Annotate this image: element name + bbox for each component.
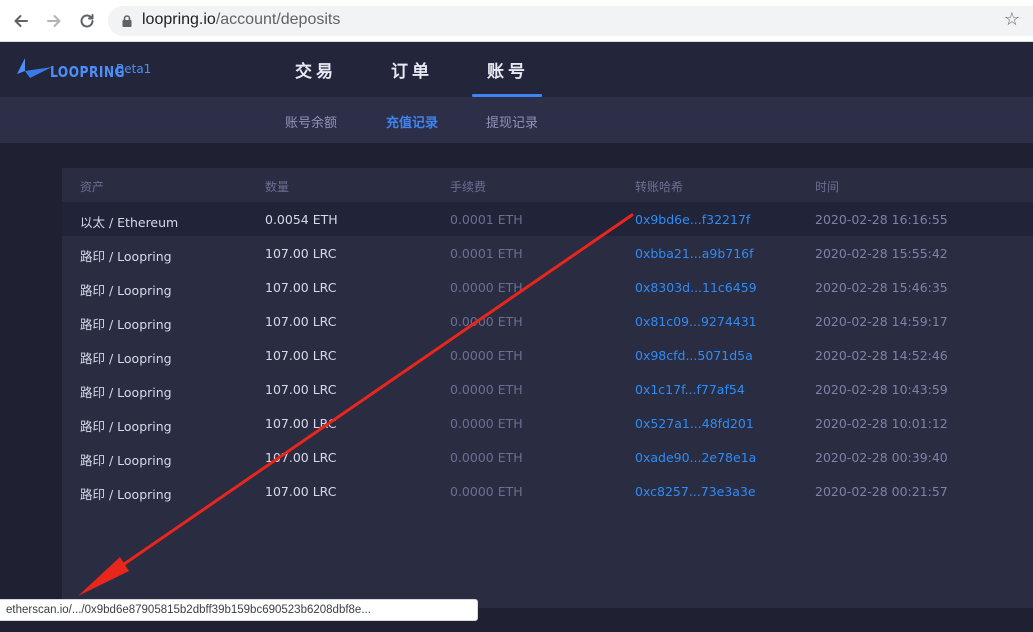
url-host: loopring.io xyxy=(142,11,216,28)
asset-cell: 以太 / Ethereum xyxy=(80,215,179,230)
time-cell: 2020-02-28 10:01:12 xyxy=(815,416,948,431)
tx-hash-link[interactable]: 0xbba21...a9b716f xyxy=(635,246,754,261)
fee-cell: 0.0000 ETH xyxy=(450,348,523,363)
deposits-table: 资产 数量 手续费 转账哈希 时间 以太 / Ethereum 0.0054 ET… xyxy=(62,168,1033,608)
beta-badge: Beta1 xyxy=(116,62,152,76)
main-content: 资产 数量 手续费 转账哈希 时间 以太 / Ethereum 0.0054 ET… xyxy=(0,143,1033,632)
amount-cell: 107.00 LRC xyxy=(265,348,337,363)
amount-cell: 107.00 LRC xyxy=(265,484,337,499)
tx-hash-link[interactable]: 0x8303d...11c6459 xyxy=(635,280,757,295)
loopring-logo-icon xyxy=(17,58,52,78)
asset-cell: 路印 / Loopring xyxy=(80,317,172,332)
subnav-balances[interactable]: 账号余额 xyxy=(285,112,337,131)
table-row: 路印 / Loopring 107.00 LRC 0.0000 ETH 0x1c17f… xyxy=(62,372,1033,406)
asset-cell: 路印 / Loopring xyxy=(80,385,172,400)
col-asset: 资产 xyxy=(80,180,105,194)
tab-orders[interactable]: 订单 xyxy=(364,42,460,97)
main-nav: 交易 订单 账号 xyxy=(268,42,556,97)
time-cell: 2020-02-28 14:59:17 xyxy=(815,314,948,329)
subnav-withdrawals[interactable]: 提现记录 xyxy=(486,112,538,131)
amount-cell: 107.00 LRC xyxy=(265,450,337,465)
fee-cell: 0.0000 ETH xyxy=(450,484,523,499)
fee-cell: 0.0000 ETH xyxy=(450,416,523,431)
back-arrow-icon xyxy=(14,15,28,27)
url-path: /account/deposits xyxy=(215,11,341,28)
bookmark-star-icon[interactable]: ☆ xyxy=(1004,10,1020,30)
col-fee: 手续费 xyxy=(450,180,487,194)
time-cell: 2020-02-28 10:43:59 xyxy=(815,382,948,397)
asset-cell: 路印 / Loopring xyxy=(80,487,172,502)
table-row: 路印 / Loopring 107.00 LRC 0.0000 ETH 0xc8257… xyxy=(62,474,1033,508)
col-time: 时间 xyxy=(815,180,840,194)
tab-account[interactable]: 账号 xyxy=(460,42,556,97)
time-cell: 2020-02-28 16:16:55 xyxy=(815,212,948,227)
forward-arrow-icon xyxy=(47,15,61,27)
table-row: 路印 / Loopring 107.00 LRC 0.0000 ETH 0x8303d… xyxy=(62,270,1033,304)
amount-cell: 107.00 LRC xyxy=(265,416,337,431)
amount-cell: 107.00 LRC xyxy=(265,314,337,329)
table-row: 以太 / Ethereum 0.0054 ETH 0.0001 ETH 0x9bd6e… xyxy=(62,202,1033,236)
time-cell: 2020-02-28 00:39:40 xyxy=(815,450,948,465)
asset-cell: 路印 / Loopring xyxy=(80,453,172,468)
status-url-text: etherscan.io/.../0x9bd6e87905815b2dbff39… xyxy=(6,604,371,616)
amount-cell: 107.00 LRC xyxy=(265,280,337,295)
table-row: 路印 / Loopring 107.00 LRC 0.0000 ETH 0x81c09… xyxy=(62,304,1033,338)
browser-toolbar: loopring.io/account/deposits ☆ xyxy=(0,0,1033,42)
asset-cell: 路印 / Loopring xyxy=(80,419,172,434)
fee-cell: 0.0000 ETH xyxy=(450,450,523,465)
fee-cell: 0.0000 ETH xyxy=(450,280,523,295)
asset-cell: 路印 / Loopring xyxy=(80,351,172,366)
tx-hash-link[interactable]: 0xade90...2e78e1a xyxy=(635,450,756,465)
app-header: LOOPRING Beta1 交易 订单 账号 xyxy=(0,42,1033,97)
reload-button[interactable] xyxy=(74,8,100,34)
time-cell: 2020-02-28 15:55:42 xyxy=(815,246,948,261)
amount-cell: 107.00 LRC xyxy=(265,246,337,261)
address-bar[interactable]: loopring.io/account/deposits ☆ xyxy=(108,6,1033,36)
table-row: 路印 / Loopring 107.00 LRC 0.0000 ETH 0x527a1… xyxy=(62,406,1033,440)
table-row: 路印 / Loopring 107.00 LRC 0.0000 ETH 0x98cfd… xyxy=(62,338,1033,372)
time-cell: 2020-02-28 00:21:57 xyxy=(815,484,948,499)
col-amount: 数量 xyxy=(265,180,290,194)
tx-hash-link[interactable]: 0x98cfd...5071d5a xyxy=(635,348,753,363)
table-header: 资产 数量 手续费 转账哈希 时间 xyxy=(62,168,1033,202)
logo-text: LOOPRING xyxy=(50,63,126,81)
col-hash: 转账哈希 xyxy=(635,180,684,194)
reload-icon xyxy=(80,14,94,28)
fee-cell: 0.0001 ETH xyxy=(450,212,523,227)
fee-cell: 0.0000 ETH xyxy=(450,382,523,397)
link-status-bubble: etherscan.io/.../0x9bd6e87905815b2dbff39… xyxy=(0,599,478,621)
table-row: 路印 / Loopring 107.00 LRC 0.0001 ETH 0xbba21… xyxy=(62,236,1033,270)
tx-hash-link[interactable]: 0x1c17f...f77af54 xyxy=(635,382,745,397)
tx-hash-link[interactable]: 0x81c09...9274431 xyxy=(635,314,757,329)
tx-hash-link[interactable]: 0x527a1...48fd201 xyxy=(635,416,754,431)
lock-icon xyxy=(122,15,132,27)
table-row: 路印 / Loopring 107.00 LRC 0.0000 ETH 0xade90… xyxy=(62,440,1033,474)
forward-button[interactable] xyxy=(41,8,67,34)
asset-cell: 路印 / Loopring xyxy=(80,283,172,298)
fee-cell: 0.0001 ETH xyxy=(450,246,523,261)
amount-cell: 107.00 LRC xyxy=(265,382,337,397)
tab-trade[interactable]: 交易 xyxy=(268,42,364,97)
tx-hash-link[interactable]: 0xc8257...73e3a3e xyxy=(635,484,756,499)
fee-cell: 0.0000 ETH xyxy=(450,314,523,329)
sub-nav: 账号余额 充值记录 提现记录 xyxy=(0,97,1033,143)
subnav-deposits[interactable]: 充值记录 xyxy=(386,112,438,131)
back-button[interactable] xyxy=(8,8,34,34)
url-text: loopring.io/account/deposits xyxy=(142,11,340,29)
amount-cell: 0.0054 ETH xyxy=(265,212,338,227)
time-cell: 2020-02-28 15:46:35 xyxy=(815,280,948,295)
time-cell: 2020-02-28 14:52:46 xyxy=(815,348,948,363)
tx-hash-link[interactable]: 0x9bd6e...f32217f xyxy=(635,212,750,227)
asset-cell: 路印 / Loopring xyxy=(80,249,172,264)
